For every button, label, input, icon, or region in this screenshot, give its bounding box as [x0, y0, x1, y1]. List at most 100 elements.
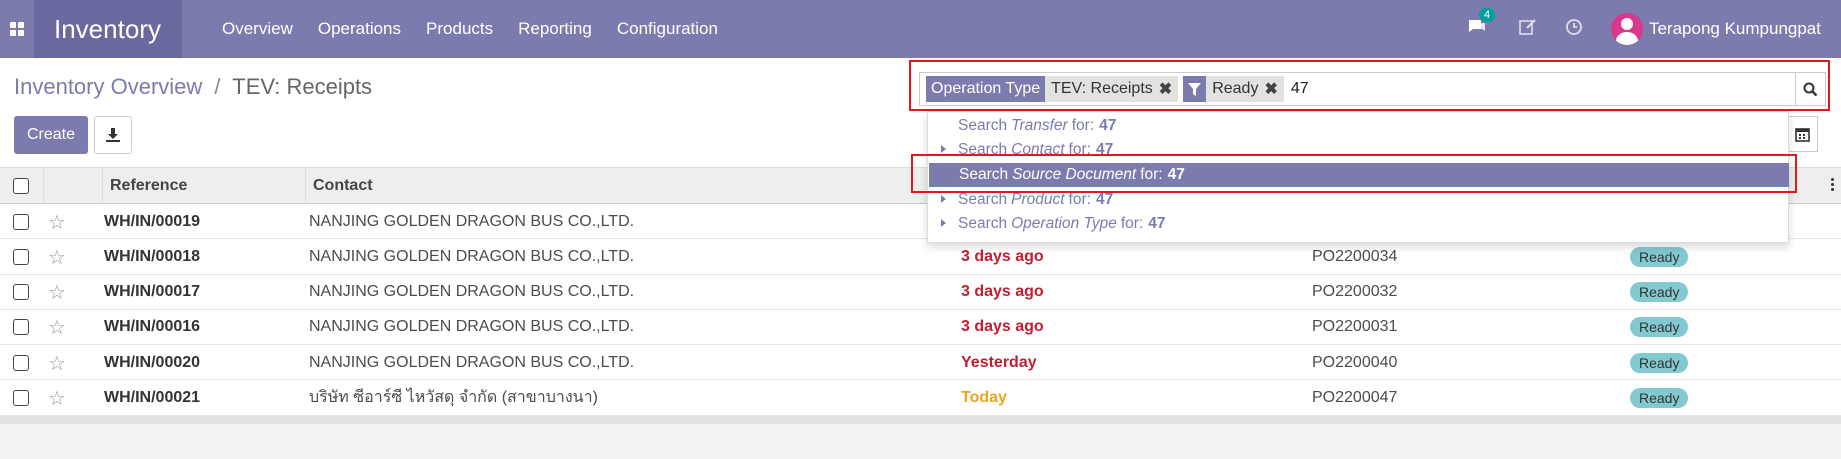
menu-item-overview[interactable]: Overview: [222, 19, 293, 39]
row-checkbox[interactable]: [13, 248, 29, 265]
apps-menu-button[interactable]: [0, 0, 34, 58]
create-button[interactable]: Create: [14, 116, 88, 154]
expand-caret-icon[interactable]: [941, 219, 946, 227]
suggestion-transfer[interactable]: Search Transfer for: 47: [928, 114, 1788, 138]
status-badge: Ready: [1630, 352, 1689, 373]
row-contact: NANJING GOLDEN DRAGON BUS CO.,LTD.: [309, 283, 635, 301]
main-menu: Overview Operations Products Reporting C…: [222, 19, 743, 39]
row-checkbox-cell: [13, 380, 29, 415]
status-badge: Ready: [1630, 282, 1689, 303]
suggestion-prefix: Search: [958, 191, 1008, 208]
download-icon: [106, 128, 120, 142]
menu-item-configuration[interactable]: Configuration: [617, 19, 718, 39]
table-row[interactable]: ☆ WH/IN/00016 NANJING GOLDEN DRAGON BUS CO…: [0, 309, 1841, 346]
chat-count-badge: 4: [1478, 8, 1496, 22]
table-row[interactable]: ☆ WH/IN/00021 บริษัท ซีอาร์ซี ไหวัสดุ จำกั…: [0, 380, 1841, 416]
row-scheduled-date: 3 days ago: [961, 247, 1044, 265]
star-icon[interactable]: ☆: [48, 345, 66, 380]
select-all-checkbox-cell: [13, 168, 29, 204]
suggestion-suffix: for:: [1068, 191, 1091, 208]
suggestion-field: Product: [1011, 191, 1065, 208]
status-badge: Ready: [1630, 317, 1689, 338]
list-footer: [0, 416, 1841, 424]
row-reference: WH/IN/00017: [104, 283, 201, 301]
table-row[interactable]: ☆ WH/IN/00017 NANJING GOLDEN DRAGON BUS CO…: [0, 274, 1841, 310]
row-status-cell: Ready: [1630, 275, 1689, 310]
row-source-document: PO2200047: [1312, 388, 1398, 406]
row-source-document: PO2200040: [1312, 353, 1398, 371]
row-scheduled-date: Yesterday: [961, 353, 1037, 371]
suggestion-operation-type[interactable]: Search Operation Type for: 47: [928, 212, 1788, 236]
suggestion-prefix: Search: [958, 117, 1008, 134]
breadcrumb-link-inventory-overview[interactable]: Inventory Overview: [14, 74, 202, 99]
star-icon[interactable]: ☆: [48, 239, 66, 274]
menu-item-reporting[interactable]: Reporting: [518, 19, 592, 39]
row-checkbox-cell: [13, 310, 29, 345]
search-highlight-box: [909, 60, 1830, 111]
calendar-icon: [1794, 127, 1810, 142]
optional-columns-icon[interactable]: [1831, 178, 1834, 191]
row-checkbox[interactable]: [13, 319, 29, 336]
row-scheduled-date: Today: [961, 388, 1007, 406]
user-name[interactable]: Terapong Kumpungpat: [1649, 19, 1821, 39]
row-contact: NANJING GOLDEN DRAGON BUS CO.,LTD.: [309, 247, 635, 265]
row-reference: WH/IN/00019: [104, 212, 201, 230]
row-status-cell: Ready: [1630, 239, 1689, 274]
row-source-document: PO2200031: [1312, 318, 1398, 336]
apps-grid-icon: [10, 22, 24, 36]
row-scheduled-date: 3 days ago: [961, 283, 1044, 301]
row-source-document: PO2200032: [1312, 283, 1398, 301]
menu-item-products[interactable]: Products: [426, 19, 493, 39]
suggestion-value: 47: [1099, 117, 1117, 134]
user-avatar[interactable]: [1610, 13, 1643, 45]
row-status-cell: Ready: [1630, 310, 1689, 345]
row-checkbox-cell: [13, 275, 29, 310]
suggestion-suffix: for:: [1120, 215, 1144, 232]
row-checkbox[interactable]: [13, 213, 29, 230]
chat-icon[interactable]: 4: [1467, 8, 1496, 40]
status-badge: Ready: [1630, 246, 1689, 267]
row-checkbox-cell: [13, 204, 29, 239]
star-icon[interactable]: ☆: [48, 310, 66, 345]
suggestion-highlight-box: [911, 154, 1797, 193]
calendar-view-button[interactable]: [1786, 116, 1818, 152]
expand-caret-icon[interactable]: [941, 145, 946, 153]
star-icon[interactable]: ☆: [48, 380, 66, 415]
row-reference: WH/IN/00021: [104, 388, 201, 406]
navbar-systray: 4 Terapong Kumpungpat: [1467, 0, 1841, 58]
suggestion-field: Transfer: [1011, 117, 1068, 134]
suggestion-value: 47: [1095, 191, 1114, 208]
row-status-cell: Ready: [1630, 345, 1689, 380]
row-checkbox[interactable]: [13, 389, 29, 406]
suggestion-suffix: for:: [1071, 117, 1095, 134]
row-source-document: PO2200034: [1312, 247, 1398, 265]
row-checkbox-cell: [13, 239, 29, 274]
select-all-checkbox[interactable]: [13, 178, 29, 194]
row-scheduled-date: 3 days ago: [961, 318, 1044, 336]
column-header-contact[interactable]: Contact: [305, 168, 925, 204]
clock-icon[interactable]: [1565, 18, 1583, 40]
table-row[interactable]: ☆ WH/IN/00020 NANJING GOLDEN DRAGON BUS CO…: [0, 345, 1841, 381]
suggestion-field: Operation Type: [1011, 215, 1117, 232]
suggestion-value: 47: [1148, 215, 1166, 232]
row-reference: WH/IN/00016: [104, 318, 201, 336]
menu-item-operations[interactable]: Operations: [318, 19, 401, 39]
row-contact: NANJING GOLDEN DRAGON BUS CO.,LTD.: [309, 318, 635, 336]
row-checkbox[interactable]: [13, 354, 29, 371]
download-button[interactable]: [94, 116, 132, 154]
expand-caret-icon[interactable]: [941, 195, 946, 203]
column-header-reference[interactable]: Reference: [102, 168, 305, 204]
row-contact: NANJING GOLDEN DRAGON BUS CO.,LTD.: [309, 353, 635, 371]
star-icon[interactable]: ☆: [48, 204, 66, 239]
suggestion-prefix: Search: [958, 215, 1008, 232]
table-row[interactable]: ☆ WH/IN/00018 NANJING GOLDEN DRAGON BUS CO…: [0, 239, 1841, 275]
breadcrumb: Inventory Overview / TEV: Receipts: [14, 74, 372, 100]
app-brand[interactable]: Inventory: [34, 0, 182, 58]
row-checkbox[interactable]: [13, 284, 29, 301]
star-icon[interactable]: ☆: [48, 275, 66, 310]
top-navbar: Inventory Overview Operations Products R…: [0, 0, 1841, 58]
row-checkbox-cell: [13, 345, 29, 380]
row-reference: WH/IN/00020: [104, 353, 201, 371]
status-badge: Ready: [1630, 387, 1689, 408]
edit-activity-icon[interactable]: [1519, 18, 1537, 40]
